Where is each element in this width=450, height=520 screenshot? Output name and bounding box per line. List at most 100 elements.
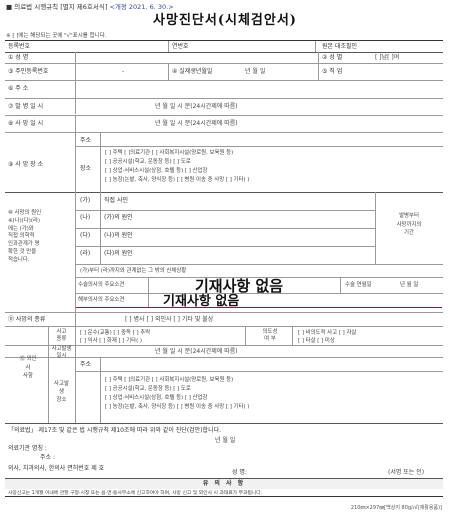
cause-label-line: ⑩ 사망의 원인 <box>8 210 42 216</box>
accident-kind-options[interactable]: [ ] 운수(교통) [ ] 중독 [ ] 추락 <box>80 330 150 337</box>
row-divider <box>75 246 375 247</box>
col-divider <box>315 41 316 52</box>
row-divider <box>5 312 443 313</box>
row-divider <box>5 52 443 53</box>
accident-place-line: 장소 <box>56 397 67 404</box>
surgery-date-label: 수술 연월일 <box>345 282 372 288</box>
col-divider <box>148 277 149 307</box>
col-divider <box>75 326 76 423</box>
intent-label-line: 여 부 <box>264 335 276 342</box>
address-label: ⑥ 주 소 <box>8 85 29 92</box>
accident-time-label: 사고발생 일시 <box>48 346 75 360</box>
cause-text: 직접 사인 <box>104 197 128 204</box>
intent-options[interactable]: [ ] 타살 [ ] 미상 <box>298 338 335 345</box>
place-address-label: 주소 <box>80 137 92 144</box>
col-divider <box>245 326 246 345</box>
row-divider <box>5 192 443 193</box>
institution-label: 의료기관 명칭 : <box>8 445 47 452</box>
accident-place-line: 생 <box>59 389 64 396</box>
place-place-label: 장소 <box>80 165 92 172</box>
accident-place-label: 사고발 생 장소 <box>48 380 75 404</box>
duration-label-line: 사망까지의 <box>396 221 422 228</box>
signature-note: (서명 또는 인) <box>388 469 425 476</box>
col-divider <box>75 132 76 192</box>
row-divider <box>5 326 443 327</box>
row-divider <box>5 98 443 99</box>
cause-label-line: 인과관계가 명 <box>8 241 40 248</box>
onset-time-label: ⑦ 발 병 일 시 <box>8 103 44 110</box>
job-label: ⑤ 직 업 <box>322 68 343 75</box>
accident-place-option[interactable]: [ ] 공공시설(학교, 운동장 등) [ ] 도로 <box>105 386 191 393</box>
cause-tag: (라) <box>80 250 91 257</box>
place-option-row[interactable]: [ ] 상업·서비스시설(상점, 호텔 등) [ ] 산업장 <box>105 168 207 175</box>
col-divider <box>75 192 76 345</box>
issue-date: 년 월 일 <box>215 437 236 444</box>
intent-label: 의도성 여 부 <box>250 329 290 343</box>
form-reference: ■ 의료법 시행규칙 [별지 제6호서식] <개정 2021. 6. 30.> <box>6 4 174 11</box>
row-divider <box>5 115 443 116</box>
row-divider <box>75 210 375 211</box>
col-divider <box>340 277 341 293</box>
birth-ymd: 년 월 일 <box>245 68 266 75</box>
accident-kind-options[interactable]: [ ] 익사 [ ] 화재 [ ] 기타( ) <box>80 338 142 345</box>
original-check-label: 원본 대조필인 <box>322 43 358 50</box>
cause-label-line: ※(나)(다)(라) <box>8 217 41 224</box>
strike-line <box>76 307 442 308</box>
accident-place-option[interactable]: [ ] 주택 [ ]의료기관 [ ] 사회복지시설(양로원, 보육원 등) <box>105 377 233 384</box>
duration-label-line: 기간 <box>404 230 414 237</box>
row-divider <box>5 423 443 424</box>
sex-options[interactable]: [ ]남[ ]여 <box>375 55 399 61</box>
reg-no-label: 등록번호 <box>8 43 31 50</box>
place-option-row[interactable]: [ ] 주택 [ ]의료기관 [ ] 사회복지시설(양로원, 보육원 등) <box>105 150 233 157</box>
death-time-label: ⑧ 사 망 일 시 <box>8 120 44 127</box>
cause-text: (나)의 원인 <box>104 232 133 239</box>
col-divider <box>75 115 76 132</box>
duration-label-line: 발병부터 <box>399 213 419 219</box>
external-label-line: 사 <box>25 364 31 371</box>
rrn-label: ③ 주민등록번호 <box>8 68 49 75</box>
institution-address-label: 주소 : <box>40 454 55 461</box>
serial-no-label: 연번호 <box>172 43 189 50</box>
kind-options[interactable]: [ ] 병사 [ ] 외인사 [ ] 기타 및 불상 <box>125 317 213 323</box>
row-divider <box>5 63 443 64</box>
intent-label-line: 의도성 <box>262 329 278 335</box>
col-divider <box>100 132 101 192</box>
row-divider <box>5 132 443 133</box>
other-condition-label: (가)부터 (라)까지와 관계없는 그 밖의 신체상황 <box>80 268 187 274</box>
place-option-row[interactable]: [ ] 공공시설(학교, 운동장 등) [ ] 도로 <box>105 159 191 166</box>
external-label-line: 사항 <box>23 373 33 380</box>
accident-address-label: 주소 <box>80 361 92 368</box>
col-divider <box>75 52 76 114</box>
paper-spec: 210㎜×297㎜[백상지 80g/㎡(재활용품)] <box>350 505 442 511</box>
col-divider <box>100 357 101 423</box>
accident-kind-line: 사고 <box>56 329 67 335</box>
col-divider <box>375 192 376 264</box>
signature-label: 성 명: <box>232 469 247 476</box>
cause-text: (가)의 원인 <box>104 214 133 221</box>
surgery-date-value: 년 월 일 <box>400 282 419 288</box>
accident-datetime: 년 월 일 시 분(24시간제에 따름) <box>155 348 238 355</box>
accident-time-line: 사고발생 <box>51 346 72 352</box>
external-label: ⑫ 외인 사 사항 <box>8 355 48 381</box>
accident-place-line: 사고발 <box>54 381 69 387</box>
rrn-dash: - <box>122 68 125 75</box>
external-label-line: ⑫ 외인 <box>19 356 37 362</box>
accident-place-option[interactable]: [ ] 농장(논밭, 축사, 양식장 등) [ ] 병원 이송 중 사망 [ ]… <box>105 404 249 411</box>
place-option-row[interactable]: [ ] 농장(논밭, 축사, 양식장 등) [ ] 병원 이송 중 사망 [ ]… <box>105 177 249 184</box>
kind-label: ⑪ 사망의 종류 <box>8 316 46 323</box>
accident-place-option[interactable]: [ ] 상업·서비스시설(상점, 호텔 등) [ ] 산업장 <box>105 395 207 402</box>
name-label: ① 성 명 <box>8 54 29 61</box>
row-divider <box>75 146 443 147</box>
cause-tag: (가) <box>80 197 91 204</box>
sex-label: ② 성 별 <box>322 54 343 61</box>
intent-options[interactable]: [ ] 비의도적 사고 [ ] 자살 <box>298 330 356 337</box>
birth-label: ④ 실제생년월일 <box>172 68 213 75</box>
cause-tag: (다) <box>80 232 91 239</box>
col-divider <box>168 63 169 80</box>
cause-text: (다)의 원인 <box>104 250 133 257</box>
death-certificate-page: ■ 의료법 시행규칙 [별지 제6호서식] <개정 2021. 6. 30.> … <box>0 0 450 520</box>
legal-statement: 「의료법」 제17조 및 같은 법 시행규칙 제10조에 따라 위와 같이 진단… <box>8 427 222 434</box>
row-divider <box>5 80 443 81</box>
death-datetime: 년 월 일 시 분(24시간제에 따름) <box>155 120 238 127</box>
license-label: 의사, 치과의사, 한의사 면허번호 제 호 <box>8 465 105 472</box>
